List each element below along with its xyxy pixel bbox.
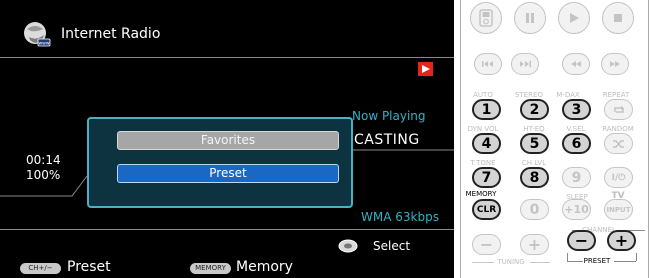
pause-button[interactable] bbox=[514, 2, 546, 34]
cursor-pad-icon bbox=[338, 239, 358, 253]
number-button-2[interactable]: 2 bbox=[520, 99, 549, 120]
number-button-7[interactable]: 7 bbox=[472, 167, 501, 188]
number-button-6[interactable]: 6 bbox=[562, 133, 591, 154]
ipod-icon bbox=[479, 9, 493, 27]
menu-item-favorites[interactable]: Favorites bbox=[117, 131, 339, 150]
preset-label: PRESET bbox=[583, 257, 611, 265]
power-button[interactable]: I/⏻ bbox=[604, 167, 633, 188]
mode-label-vsel: V.SEL bbox=[566, 125, 586, 133]
memory-hint: Memory bbox=[236, 259, 293, 275]
number-button-1[interactable]: 1 bbox=[472, 99, 501, 120]
mode-label-ttone: T.TONE bbox=[470, 159, 496, 167]
preset-hint: Preset bbox=[67, 259, 111, 275]
play-icon bbox=[570, 13, 579, 23]
mode-label-repeat: REPEAT bbox=[602, 91, 630, 99]
number-button-3[interactable]: 3 bbox=[562, 99, 591, 120]
memory-label: MEMORY bbox=[465, 190, 497, 198]
rewind-icon bbox=[571, 61, 581, 67]
rewind-button[interactable] bbox=[562, 53, 590, 75]
preset-bracket bbox=[567, 253, 568, 261]
clr-button[interactable]: CLR bbox=[472, 199, 501, 220]
mode-label-hteq: HT-EQ bbox=[523, 125, 545, 133]
skip-forward-icon bbox=[520, 61, 531, 67]
fast-forward-button[interactable] bbox=[601, 53, 629, 75]
stop-button[interactable] bbox=[602, 2, 634, 34]
mode-label-stereo: STEREO bbox=[515, 91, 543, 99]
pause-icon bbox=[526, 13, 534, 23]
preset-bracket bbox=[636, 253, 637, 261]
skip-back-button[interactable] bbox=[474, 53, 502, 75]
menu-item-preset[interactable]: Preset bbox=[117, 164, 339, 183]
mode-label-auto: AUTO bbox=[473, 91, 493, 99]
repeat-button[interactable] bbox=[604, 99, 633, 120]
ipod-button[interactable] bbox=[470, 2, 502, 34]
mode-label-mdax: M-DAX bbox=[556, 91, 580, 99]
mode-label-dynvol: DYN VOL bbox=[467, 125, 499, 133]
tv-screen: www Internet Radio Now Playing CASTING 0… bbox=[0, 0, 454, 278]
progress-percent: 100% bbox=[26, 168, 61, 182]
preset-minus-button[interactable]: − bbox=[567, 230, 596, 251]
number-button-8[interactable]: 8 bbox=[520, 167, 549, 188]
preset-menu-popup: Favorites Preset bbox=[87, 117, 353, 208]
tuning-plus-button[interactable]: + bbox=[520, 234, 549, 255]
skip-forward-button[interactable] bbox=[511, 53, 539, 75]
tuning-bracket bbox=[530, 262, 550, 263]
number-button-4[interactable]: 4 bbox=[472, 133, 501, 154]
number-button-5[interactable]: 5 bbox=[520, 133, 549, 154]
tv-input-button[interactable]: INPUT bbox=[604, 199, 633, 220]
stop-icon bbox=[614, 14, 622, 22]
random-button[interactable] bbox=[604, 133, 633, 154]
plus10-button[interactable]: +10 bbox=[562, 199, 591, 220]
elapsed-time: 00:14 bbox=[26, 153, 61, 167]
tuning-minus-button[interactable]: − bbox=[472, 234, 501, 255]
memory-button-badge: MEMORY bbox=[190, 263, 231, 274]
fast-forward-icon bbox=[610, 61, 620, 67]
number-button-0[interactable]: 0 bbox=[520, 199, 549, 220]
remote-control: AUTO STEREO M-DAX REPEAT 1 2 3 DYN VOL H… bbox=[460, 0, 649, 278]
shuffle-icon bbox=[612, 139, 624, 148]
channel-button-badge: CH+/− bbox=[20, 263, 61, 274]
preset-plus-button[interactable]: + bbox=[607, 230, 636, 251]
repeat-icon bbox=[613, 105, 624, 113]
preset-bracket bbox=[614, 261, 636, 262]
codec-info: WMA 63kbps bbox=[361, 210, 439, 224]
select-hint: Select bbox=[373, 239, 411, 253]
skip-back-icon bbox=[482, 61, 493, 67]
mode-label-chlvl: CH LVL bbox=[521, 159, 547, 167]
mode-label-random: RANDOM bbox=[602, 125, 634, 133]
number-button-9[interactable]: 9 bbox=[562, 167, 591, 188]
tuning-label: TUNING bbox=[497, 258, 525, 266]
play-button[interactable] bbox=[558, 2, 590, 34]
